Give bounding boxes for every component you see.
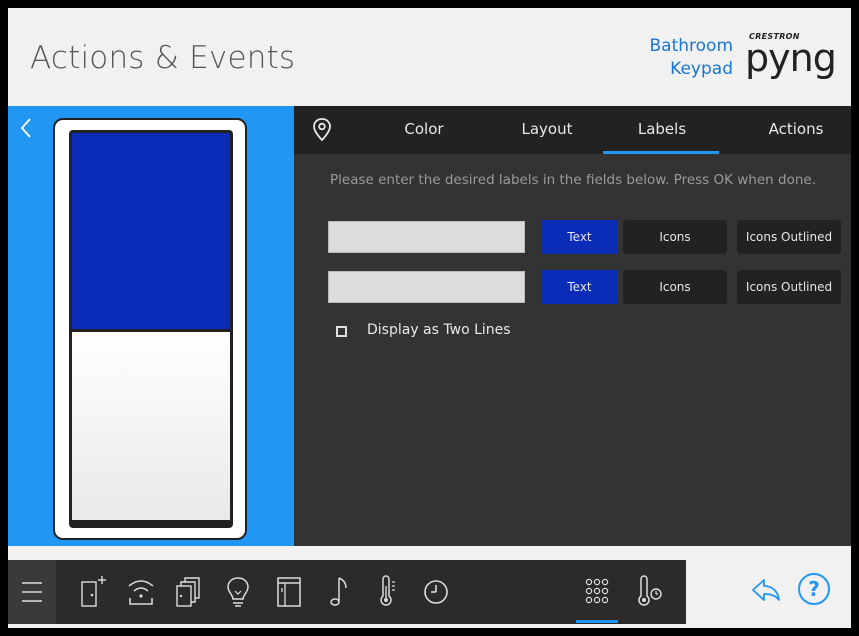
menu-icon bbox=[22, 582, 42, 602]
menu-button[interactable] bbox=[8, 560, 56, 624]
icons-button-1[interactable]: Icons bbox=[623, 220, 727, 254]
keypad-grid-icon[interactable] bbox=[581, 574, 613, 610]
icons-outlined-button-1[interactable]: Icons Outlined bbox=[737, 220, 841, 254]
clock-icon[interactable] bbox=[420, 574, 452, 610]
thermostat-icon[interactable] bbox=[633, 574, 665, 610]
tab-layout[interactable]: Layout bbox=[502, 120, 592, 138]
keypad-preview-panel bbox=[8, 106, 294, 546]
back-chevron-icon[interactable] bbox=[18, 116, 34, 140]
device-name-line2: Keypad bbox=[670, 59, 733, 79]
share-back-icon[interactable] bbox=[750, 574, 782, 606]
label-input-2[interactable] bbox=[328, 271, 525, 303]
keypad-button-bottom[interactable] bbox=[72, 332, 230, 520]
location-pin-icon[interactable] bbox=[310, 116, 334, 144]
instructions-text: Please enter the desired labels in the f… bbox=[330, 172, 816, 188]
icons-button-2[interactable]: Icons bbox=[623, 270, 727, 304]
settings-panel: Color Layout Labels Actions Please enter… bbox=[294, 106, 851, 546]
add-device-icon[interactable] bbox=[77, 574, 109, 610]
header: Actions & Events Bathroom Keypad CRESTRO… bbox=[8, 8, 851, 106]
icons-outlined-button-2[interactable]: Icons Outlined bbox=[737, 270, 841, 304]
tab-color[interactable]: Color bbox=[384, 120, 464, 138]
label-input-1[interactable] bbox=[328, 221, 525, 253]
tab-bar: Color Layout Labels Actions bbox=[294, 106, 851, 154]
page-title: Actions & Events bbox=[30, 40, 296, 76]
keypad-button-top[interactable] bbox=[72, 133, 230, 329]
two-lines-label: Display as Two Lines bbox=[367, 322, 511, 338]
logo-brand-main: pyng bbox=[745, 36, 837, 80]
device-name-line1: Bathroom bbox=[649, 36, 734, 56]
wireless-icon[interactable] bbox=[125, 574, 157, 610]
crestron-pyng-logo: CRESTRON pyng bbox=[743, 30, 837, 85]
scenes-icon[interactable] bbox=[172, 574, 204, 610]
device-name: Bathroom Keypad bbox=[650, 35, 734, 81]
tab-actions[interactable]: Actions bbox=[754, 120, 838, 138]
keypad-face bbox=[69, 130, 233, 528]
text-button-1[interactable]: Text bbox=[541, 220, 618, 254]
music-note-icon[interactable] bbox=[322, 574, 354, 610]
thermometer-icon[interactable] bbox=[371, 574, 403, 610]
shade-icon[interactable] bbox=[273, 574, 305, 610]
active-nav-indicator bbox=[576, 620, 618, 623]
lightbulb-icon[interactable] bbox=[222, 574, 254, 610]
help-icon[interactable]: ? bbox=[797, 572, 831, 606]
app-frame: Actions & Events Bathroom Keypad CRESTRO… bbox=[8, 8, 851, 628]
bottom-area: ? bbox=[8, 546, 851, 628]
svg-text:?: ? bbox=[808, 577, 820, 601]
two-lines-checkbox[interactable] bbox=[336, 326, 347, 337]
text-button-2[interactable]: Text bbox=[541, 270, 618, 304]
tab-labels[interactable]: Labels bbox=[620, 120, 704, 138]
active-tab-indicator bbox=[603, 151, 719, 154]
bottom-nav-bar bbox=[8, 560, 686, 624]
keypad-preview bbox=[53, 118, 247, 540]
